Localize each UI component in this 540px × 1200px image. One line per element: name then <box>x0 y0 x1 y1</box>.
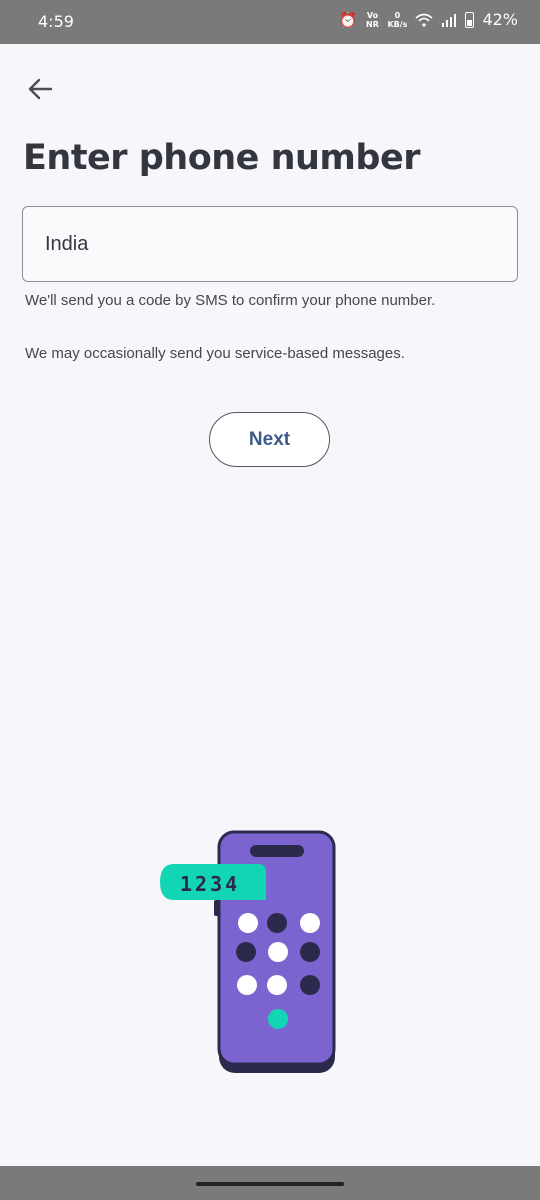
status-bar: 4:59 ⏰ Vo NR 0 KB/s 42% <box>0 0 540 44</box>
network-speed: 0 KB/s <box>387 11 407 29</box>
signal-bars-icon <box>442 13 457 27</box>
wifi-icon <box>415 13 433 27</box>
phone-notch <box>250 845 304 857</box>
network-speed-unit: KB/s <box>387 19 408 29</box>
sms-helper-text: We'll send you a code by SMS to confirm … <box>25 292 436 309</box>
arrow-left-icon <box>28 78 53 100</box>
keypad-dot <box>237 975 257 995</box>
navigation-bar <box>0 1166 540 1200</box>
volte-label: Vo NR <box>366 10 379 29</box>
network-speed-value: 0 <box>394 10 401 20</box>
page-title: Enter phone number <box>23 138 420 178</box>
status-time: 4:59 <box>38 12 74 31</box>
keypad-dot <box>267 975 287 995</box>
phone-sms-illustration: 1234 <box>160 830 336 1073</box>
keypad-dot <box>236 942 256 962</box>
battery-icon <box>465 11 475 28</box>
sms-code: 1234 <box>180 872 240 896</box>
next-button[interactable]: Next <box>209 412 330 467</box>
battery-percent: 42% <box>482 10 518 29</box>
keypad-dot <box>300 913 320 933</box>
keypad-accent-dot <box>268 1009 288 1029</box>
country-value: India <box>45 233 89 255</box>
service-messages-text: We may occasionally send you service-bas… <box>25 345 405 362</box>
keypad-dot <box>300 975 320 995</box>
home-indicator[interactable] <box>196 1182 344 1186</box>
alarm-clock-icon: ⏰ <box>338 10 358 29</box>
keypad-dot <box>300 942 320 962</box>
keypad-dot <box>238 913 258 933</box>
keypad-dot <box>268 942 288 962</box>
country-selector[interactable]: India <box>22 206 518 282</box>
keypad-dot <box>267 913 287 933</box>
back-button[interactable] <box>20 72 60 106</box>
status-icons: ⏰ Vo NR 0 KB/s 42% <box>339 10 518 29</box>
